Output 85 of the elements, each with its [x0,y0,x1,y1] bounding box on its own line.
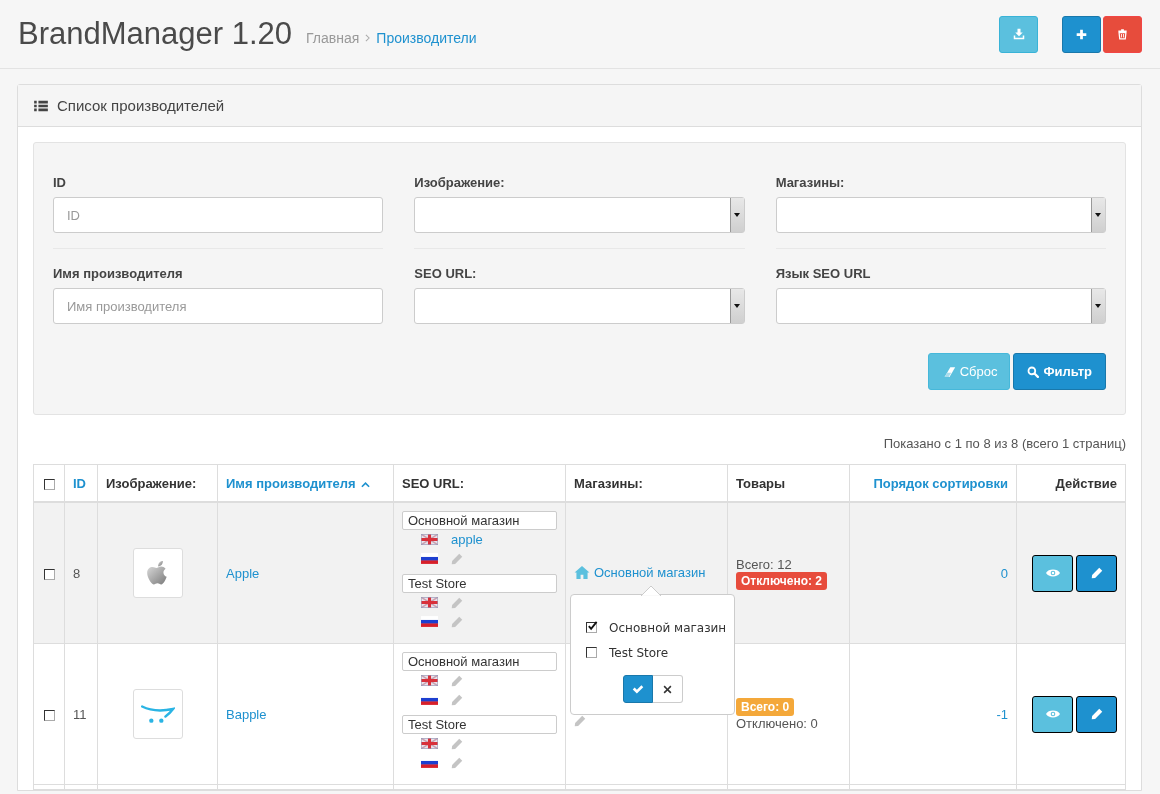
edit-button[interactable] [1076,554,1117,592]
dropdown-field[interactable] [414,197,745,233]
english-flag-icon [421,534,438,545]
field-label: SEO URL: [414,266,478,281]
column-header: Товары [736,475,786,491]
dropdown-field[interactable] [414,288,745,324]
edit-pencil-icon [451,552,463,565]
column-header: Действие [1055,475,1117,491]
brand-name-link[interactable]: Bapple [226,706,267,722]
pencil-icon [1090,567,1103,579]
sort-order-value: -1 [996,706,1008,722]
delete-button[interactable] [1103,15,1142,53]
sort-order-value: 0 [1000,565,1008,581]
field-label: Изображение: [414,175,506,190]
pencil-icon [1090,708,1103,720]
view-button[interactable] [1032,554,1073,592]
edit-pencil-icon [451,596,463,609]
input-field[interactable]: Имя производителя [53,288,384,324]
russian-flag-icon [421,616,438,627]
column-sort-link[interactable]: ID [73,475,86,491]
edit-pencil-icon [451,674,463,687]
filter-button[interactable]: Фильтр [1013,353,1106,390]
store-link[interactable]: Основной магазин [574,564,706,580]
cart-logo-icon [140,704,175,724]
search-icon [1027,365,1040,378]
product-count: Всего: 12 [736,556,793,572]
apple-logo-icon [146,560,169,586]
check-icon [631,683,644,695]
english-flag-icon [421,675,438,686]
breadcrumb-link[interactable]: Главная [306,30,360,46]
confirm-button[interactable] [622,675,653,703]
edit-pencil-icon [451,737,463,750]
download-icon [1012,28,1025,40]
english-flag-icon [421,738,438,749]
eraser-icon [942,366,956,377]
russian-flag-icon [421,553,438,564]
brand-name-link[interactable]: Apple [226,565,260,581]
product-count-badge: Всего: 0 [736,697,795,716]
cancel-button[interactable] [652,675,683,703]
edit-pencil-icon [451,693,463,706]
field-label: ID [53,175,67,190]
home-icon [574,565,590,579]
store-option-label: Основной магазин [609,620,727,635]
column-header: SEO URL: [402,475,465,491]
eye-icon [1045,568,1060,578]
dropdown-field[interactable] [775,197,1106,233]
product-count-badge: Отключено: 2 [736,571,827,590]
store-name-label: Test Store [402,574,557,593]
trash-icon [1117,28,1128,40]
row-checkbox[interactable] [43,709,55,721]
input-field[interactable]: ID [53,197,384,233]
list-icon [34,99,48,112]
field-label: Язык SEO URL [775,266,872,281]
english-flag-icon [421,597,438,608]
reset-button[interactable]: Сброс [927,353,1011,390]
eye-icon [1045,709,1060,719]
id-cell: 8 [73,565,81,581]
dropdown-field[interactable] [775,288,1106,324]
chevron-icon [365,34,371,42]
store-checkbox[interactable] [586,622,597,633]
store-name-label: Test Store [402,715,557,734]
edit-pencil-icon [451,756,463,769]
store-name-label: Основной магазин [402,511,557,530]
seo-url-link[interactable]: apple [451,532,483,547]
breadcrumb-link[interactable]: Производители [376,30,477,46]
edit-button[interactable] [1076,695,1117,733]
field-label: Имя производителя [53,266,184,281]
view-button[interactable] [1032,695,1073,733]
store-option-label: Test Store [609,645,669,660]
select-all-checkbox[interactable] [43,478,55,490]
panel-title: Список производителей [57,97,225,114]
add-button[interactable] [1062,15,1101,53]
product-count: Отключено: 0 [736,715,819,731]
page-title: BrandManager 1.20 [18,16,293,52]
column-header: Магазины: [574,475,643,491]
close-icon [662,684,672,694]
edit-pencil-icon [451,615,463,628]
field-label: Магазины: [775,175,846,190]
store-name-label: Основной магазин [402,652,557,671]
column-header: Изображение: [106,475,197,491]
store-checkbox[interactable] [586,647,597,658]
id-cell: 11 [73,706,87,722]
row-checkbox[interactable] [43,568,55,580]
pagination-info: Показано с 1 по 8 из 8 (всего 1 страниц) [882,436,1126,452]
plus-icon [1076,28,1087,40]
